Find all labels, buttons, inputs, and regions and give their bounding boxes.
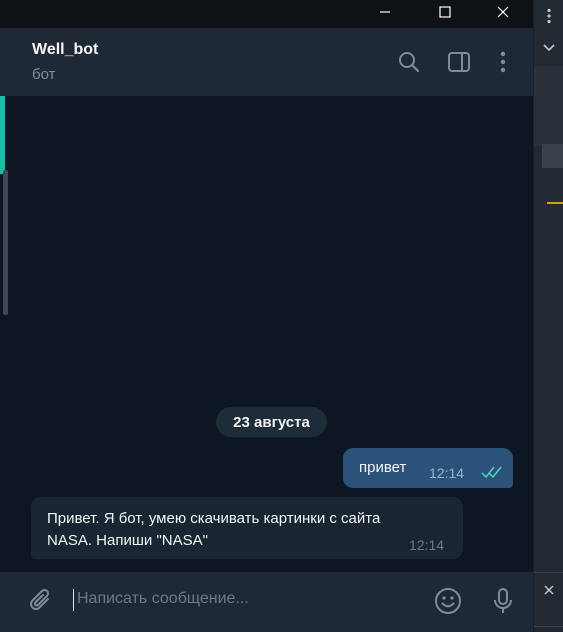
side-panel-button[interactable] xyxy=(445,48,473,76)
panel-close-button[interactable] xyxy=(541,582,557,598)
close-icon xyxy=(544,585,554,595)
microphone-button[interactable] xyxy=(489,585,517,617)
panel-chevron-button[interactable] xyxy=(541,40,557,56)
message-time: 12:14 xyxy=(409,537,445,553)
panel-divider xyxy=(534,572,563,573)
chevron-down-icon xyxy=(543,44,555,52)
double-check-icon xyxy=(481,465,503,484)
chat-status: бот xyxy=(32,66,56,83)
close-icon xyxy=(497,6,509,18)
panel-section xyxy=(534,66,563,146)
message-input[interactable] xyxy=(77,584,407,614)
panel-divider xyxy=(534,626,563,627)
message-composer xyxy=(0,572,533,632)
panel-selected-row[interactable] xyxy=(542,144,563,168)
minimize-icon xyxy=(380,11,390,13)
minimize-button[interactable] xyxy=(362,0,408,24)
panel-accent-line xyxy=(547,202,563,204)
more-vertical-icon xyxy=(500,51,506,73)
chat-title[interactable]: Well_bot xyxy=(32,41,98,59)
search-icon xyxy=(399,52,420,73)
attach-button[interactable] xyxy=(26,586,56,616)
more-button[interactable] xyxy=(489,48,517,76)
message-text: привет xyxy=(359,459,407,476)
attach-icon xyxy=(30,588,50,610)
incoming-message[interactable]: Привет. Я бот, умею скачивать картинки с… xyxy=(31,497,463,559)
maximize-button[interactable] xyxy=(422,0,468,24)
side-panel-icon xyxy=(448,52,470,72)
emoji-button[interactable] xyxy=(432,585,464,617)
telegram-window: Well_bot бот 23 августа привет 12:14 При… xyxy=(0,0,563,632)
chat-header: Well_bot бот xyxy=(0,28,533,96)
maximize-icon xyxy=(439,6,451,18)
more-vertical-icon xyxy=(547,8,551,24)
outgoing-message[interactable]: привет 12:14 xyxy=(343,448,513,488)
message-time: 12:14 xyxy=(429,465,465,481)
adjacent-panel xyxy=(533,0,563,632)
close-button[interactable] xyxy=(480,0,526,24)
text-cursor xyxy=(73,589,74,611)
panel-more-button[interactable] xyxy=(541,6,557,26)
scrollbar-thumb[interactable] xyxy=(3,170,8,315)
emoji-icon xyxy=(435,588,461,614)
search-button[interactable] xyxy=(395,48,423,76)
date-separator: 23 августа xyxy=(216,407,327,437)
microphone-icon xyxy=(494,588,512,613)
scroll-accent xyxy=(0,96,5,174)
message-text: Привет. Я бот, умею скачивать картинки с… xyxy=(47,510,381,549)
window-title-bar xyxy=(0,0,533,28)
